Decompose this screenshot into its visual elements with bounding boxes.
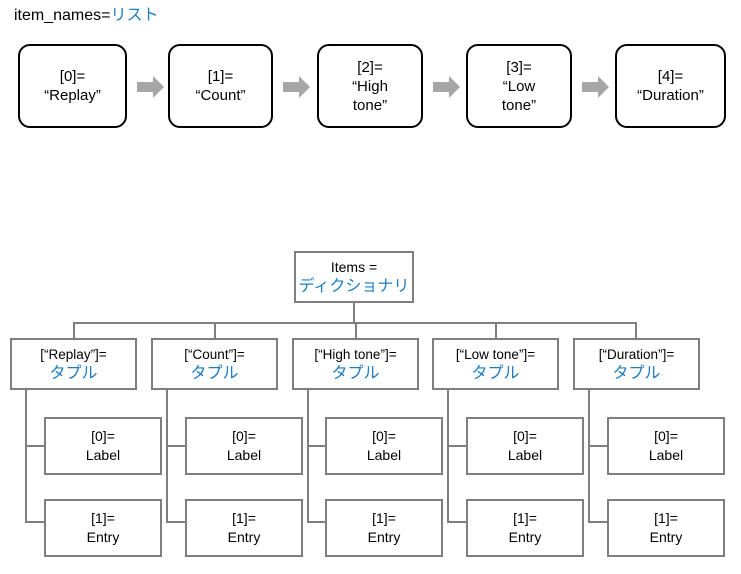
connector-tuple-branch-label-4 — [588, 445, 609, 447]
tuple-key-2: [“High tone”]= — [314, 347, 397, 362]
flow-arrow-icon-1 — [283, 76, 310, 98]
list-item-index-3: [3]= — [506, 58, 532, 76]
list-item-index-2: [2]= — [357, 58, 383, 76]
list-item-value-3: “Low tone” — [501, 77, 537, 114]
list-item-box-2[interactable]: [2]= “High tone” — [317, 44, 423, 128]
connector-tuple-branch-label-3 — [447, 445, 468, 447]
tuple-member-index-entry-4: [1]= — [654, 510, 678, 526]
tuple-box-duration[interactable]: [“Duration”]= タプル — [573, 338, 700, 390]
tuple-member-value-entry-3: Entry — [508, 529, 542, 545]
tuple-member-index-entry-2: [1]= — [372, 510, 396, 526]
list-item-value-2: “High tone” — [352, 77, 388, 114]
flow-arrow-icon-3 — [582, 76, 609, 98]
tuple-member-index-label-0: [0]= — [91, 428, 115, 444]
tuple-type-2: タプル — [331, 365, 380, 382]
list-item-box-4[interactable]: [4]= “Duration” — [615, 44, 726, 128]
tuple-member-entry-box-2[interactable]: [1]= Entry — [325, 499, 443, 557]
tuple-member-value-entry-2: Entry — [367, 529, 401, 545]
tuple-member-value-label-1: Label — [226, 447, 262, 463]
tuple-type-1: タプル — [190, 365, 239, 382]
tuple-box-count[interactable]: [“Count”]= タプル — [151, 338, 278, 390]
tuple-member-label-box-4[interactable]: [0]= Label — [607, 417, 725, 475]
tuple-member-index-entry-3: [1]= — [513, 510, 537, 526]
dictionary-name: Items = — [330, 259, 378, 275]
dictionary-box[interactable]: Items = ディクショナリ — [294, 251, 414, 303]
tuple-member-index-label-1: [0]= — [232, 428, 256, 444]
connector-tuple-branch-entry-1 — [166, 521, 187, 523]
tuple-type-0: タプル — [49, 365, 98, 382]
connector-tuple-branch-label-1 — [166, 445, 187, 447]
tuple-key-1: [“Count”]= — [184, 347, 245, 362]
tuple-member-label-box-0[interactable]: [0]= Label — [44, 417, 162, 475]
connector-dict-drop-2 — [355, 322, 357, 338]
tuple-member-entry-box-1[interactable]: [1]= Entry — [185, 499, 303, 557]
connector-tuple-branch-entry-0 — [25, 521, 46, 523]
tuple-box-replay[interactable]: [“Replay”]= タプル — [10, 338, 137, 390]
tuple-member-index-entry-1: [1]= — [232, 510, 256, 526]
list-variable-type: リスト — [110, 7, 159, 24]
tuple-member-value-entry-0: Entry — [86, 529, 120, 545]
tuple-member-entry-box-4[interactable]: [1]= Entry — [607, 499, 725, 557]
list-item-index-0: [0]= — [59, 68, 86, 85]
tuple-key-3: [“Low tone”]= — [455, 347, 536, 362]
connector-dict-stem — [353, 303, 355, 323]
list-variable-heading: item_names=リスト — [14, 6, 159, 26]
connector-tuple-spine-1 — [166, 390, 168, 522]
dictionary-type: ディクショナリ — [298, 278, 410, 295]
tuple-member-entry-box-0[interactable]: [1]= Entry — [44, 499, 162, 557]
list-item-box-3[interactable]: [3]= “Low tone” — [466, 44, 572, 128]
tuple-member-label-box-2[interactable]: [0]= Label — [325, 417, 443, 475]
connector-dict-drop-0 — [73, 322, 75, 338]
tuple-member-value-entry-4: Entry — [649, 529, 683, 545]
flow-arrow-icon-0 — [137, 76, 164, 98]
list-item-value-1: “Count” — [195, 87, 246, 104]
list-variable-name: item_names= — [14, 7, 111, 24]
tuple-member-index-label-2: [0]= — [372, 428, 396, 444]
connector-tuple-branch-label-0 — [25, 445, 46, 447]
tuple-member-value-label-4: Label — [648, 447, 684, 463]
tuple-box-low-tone[interactable]: [“Low tone”]= タプル — [432, 338, 559, 390]
tuple-key-4: [“Duration”]= — [598, 347, 675, 362]
connector-tuple-branch-entry-3 — [447, 521, 468, 523]
tuple-member-label-box-3[interactable]: [0]= Label — [466, 417, 584, 475]
connector-dict-bus — [73, 322, 635, 324]
tuple-member-label-box-1[interactable]: [0]= Label — [185, 417, 303, 475]
connector-tuple-spine-3 — [447, 390, 449, 522]
list-item-value-0: “Replay” — [44, 87, 101, 104]
connector-dict-drop-1 — [214, 322, 216, 338]
tuple-member-entry-box-3[interactable]: [1]= Entry — [466, 499, 584, 557]
list-item-value-4: “Duration” — [637, 87, 704, 104]
connector-dict-drop-4 — [635, 322, 637, 338]
list-item-index-1: [1]= — [207, 68, 234, 85]
connector-tuple-spine-2 — [307, 390, 309, 522]
tuple-member-index-entry-0: [1]= — [91, 510, 115, 526]
connector-tuple-branch-entry-4 — [588, 521, 609, 523]
tuple-key-0: [“Replay”]= — [40, 347, 107, 362]
tuple-type-3: タプル — [471, 365, 520, 382]
tuple-box-high-tone[interactable]: [“High tone”]= タプル — [292, 338, 419, 390]
list-item-index-4: [4]= — [657, 68, 684, 85]
tuple-member-index-label-3: [0]= — [513, 428, 537, 444]
connector-dict-drop-3 — [495, 322, 497, 338]
tuple-member-value-label-0: Label — [85, 447, 121, 463]
tuple-member-value-entry-1: Entry — [227, 529, 261, 545]
connector-tuple-spine-4 — [588, 390, 590, 522]
list-item-box-1[interactable]: [1]= “Count” — [168, 44, 273, 128]
list-item-box-0[interactable]: [0]= “Replay” — [18, 44, 127, 128]
tuple-type-4: タプル — [612, 365, 661, 382]
tuple-member-value-label-3: Label — [507, 447, 543, 463]
tuple-member-index-label-4: [0]= — [654, 428, 678, 444]
connector-tuple-spine-0 — [25, 390, 27, 522]
tuple-member-value-label-2: Label — [366, 447, 402, 463]
flow-arrow-icon-2 — [433, 76, 460, 98]
